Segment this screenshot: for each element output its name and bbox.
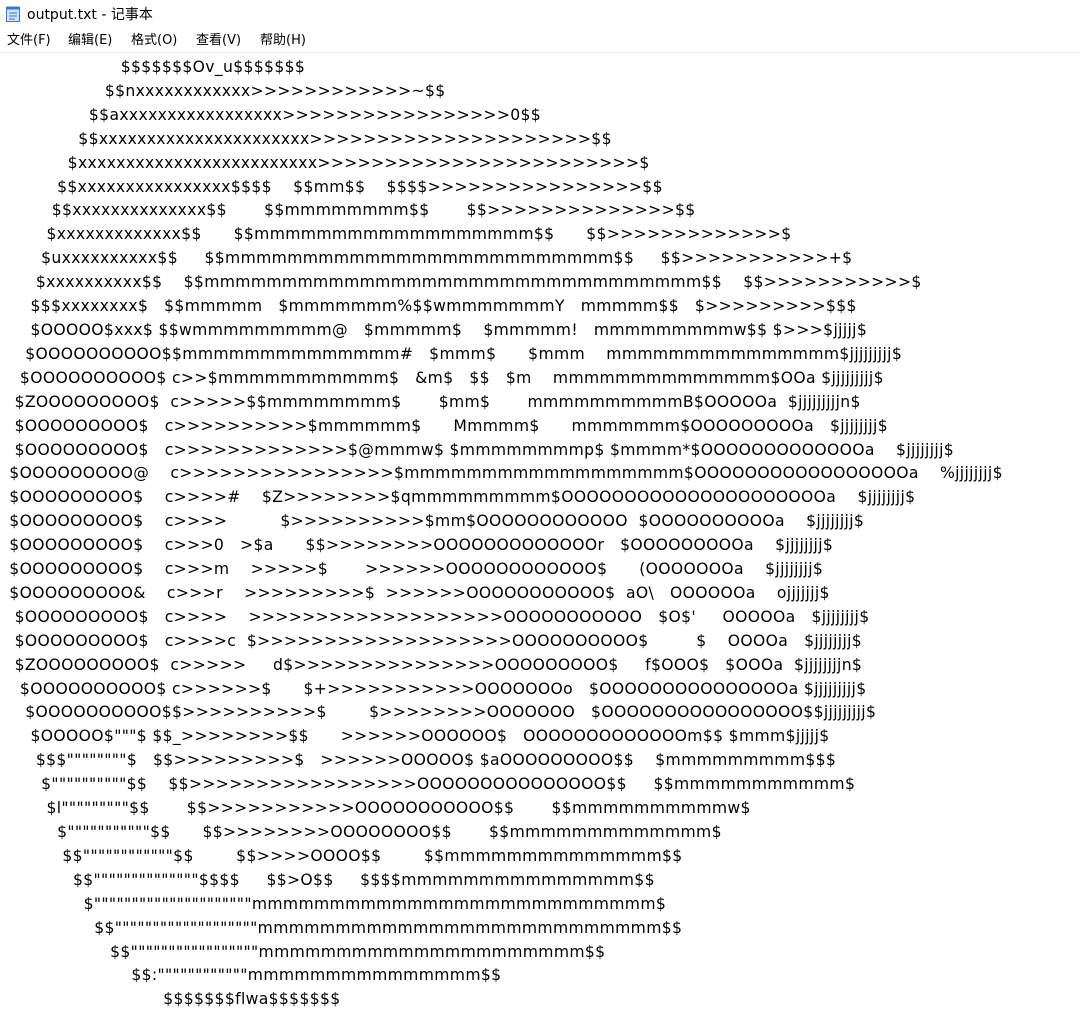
- text-line: $$""""""""""""$$ $$>>>>OOOO$$ $$mmmmmmmm…: [4, 846, 683, 865]
- text-line: $$axxxxxxxxxxxxxxxxx>>>>>>>>>>>>>>>>>0$$: [4, 105, 542, 124]
- text-line: $OOOOO$xxx$ $$wmmmmmmmmm@ $mmmmm$ $mmmmm…: [4, 320, 868, 339]
- text-line: $OOOOOOOOO$ c>>>>>>>>>>$mmmmmm$ Mmmmm$ m…: [4, 416, 888, 435]
- text-line: $l"""""""""$$ $$>>>>>>>>>>>OOOOOOOOOOO$$…: [4, 799, 751, 818]
- menu-view[interactable]: 查看(V): [196, 32, 241, 50]
- text-line: $$$""""""""$ $$>>>>>>>>>$ >>>>>>OOOOO$ $…: [4, 751, 837, 770]
- text-line: $OOOOOOOOO$ c>>>m >>>>>$ >>>>>>OOOOOOOOO…: [4, 560, 824, 579]
- text-editor[interactable]: $$$$$$$Ov_u$$$$$$$ $$nxxxxxxxxxxxx>>>>>>…: [0, 53, 1080, 1022]
- text-line: $OOOOOOOOOO$ c>>$mmmmmmmmmmm$ &m$ $$ $m …: [4, 368, 884, 387]
- menu-help[interactable]: 帮助(H): [260, 32, 306, 50]
- text-line: $$xxxxxxxxxxxxxxxx$$$$ $$mm$$ $$$$>>>>>>…: [4, 177, 663, 196]
- text-line: $OOOOOOOOO$ c>>>># $Z>>>>>>>>$qmmmmmmmmm…: [4, 488, 916, 507]
- text-line: $$"""""""""""""""""mmmmmmmmmmmmmmmmmmmmm…: [4, 942, 606, 961]
- text-line: $OOOOOOOOO$ c>>>> $>>>>>>>>>>$mm$OOOOOOO…: [4, 512, 865, 531]
- window-title: output.txt - 记事本: [27, 7, 153, 23]
- text-line: $"""""""""""""""""""""mmmmmmmmmmmmmmmmmm…: [4, 894, 667, 913]
- text-line: $OOOOOOOOO$ c>>>> >>>>>>>>>>>>>>>>>>>OOO…: [4, 607, 870, 626]
- menu-edit[interactable]: 编辑(E): [68, 32, 112, 50]
- text-line: $OOOOOOOOO$ c>>>>c $>>>>>>>>>>>>>>>>>>>O…: [4, 631, 863, 650]
- text-line: $OOOOOOOOOO$$>>>>>>>>>>$ $>>>>>>>>OOOOOO…: [4, 703, 877, 722]
- title-bar: output.txt - 记事本: [0, 0, 1080, 30]
- text-line: $"""""""""""$$ $$>>>>>>>>OOOOOOOO$$ $$mm…: [4, 823, 722, 841]
- text-line: $$$xxxxxxxx$ $$mmmmm $mmmmmmm%$$wmmmmmmm…: [4, 297, 857, 316]
- text-line: $$""""""""""""""$$$$ $$>O$$ $$$$mmmmmmmm…: [4, 870, 655, 889]
- text-line: $xxxxxxxxxxxxx$$ $$mmmmmmmmmmmmmmmmmm$$ …: [4, 225, 792, 244]
- text-line: $OOOOOOOOOO$$mmmmmmmmmmmmmm# $mmm$ $mmm …: [4, 344, 903, 363]
- text-line: $OOOOOOOOO@ c>>>>>>>>>>>>>>>>$mmmmmmmmmm…: [4, 464, 1003, 483]
- text-line: $$$$$$$Ov_u$$$$$$$: [4, 58, 306, 76]
- menu-bar: 文件(F) 编辑(E) 格式(O) 查看(V) 帮助(H): [0, 30, 1080, 52]
- text-line: $uxxxxxxxxxx$$ $$mmmmmmmmmmmmmmmmmmmmmmm…: [4, 249, 853, 268]
- text-line: $$nxxxxxxxxxxxx>>>>>>>>>>>>~$$: [4, 81, 446, 100]
- text-line: $OOOOOOOOO& c>>>r >>>>>>>>>$ >>>>>>OOOOO…: [4, 583, 830, 602]
- text-line: $$:""""""""""""mmmmmmmmmmmmmmm$$: [4, 966, 502, 985]
- text-line: $OOOOO$"""$ $$_>>>>>>>>$$ >>>>>>OOOOOO$ …: [4, 727, 830, 746]
- text-line: $OOOOOOOOO$ c>>>0 >$a $$>>>>>>>>OOOOOOOO…: [4, 536, 834, 555]
- text-line: $$xxxxxxxxxxxxxx$$ $$mmmmmmmm$$ $$>>>>>>…: [4, 201, 696, 220]
- text-line: $OOOOOOOOO$ c>>>>>>>>>>>>>$@mmmw$ $mmmmm…: [4, 440, 955, 459]
- text-line: $xxxxxxxxxxxxxxxxxxxxxxxxx>>>>>>>>>>>>>>…: [4, 153, 650, 172]
- text-line: $$"""""""""""""""""""mmmmmmmmmmmmmmmmmmm…: [4, 918, 683, 937]
- menu-format[interactable]: 格式(O): [131, 32, 177, 50]
- text-line: $ZOOOOOOOOO$ c>>>>> d$>>>>>>>>>>>>>>>OOO…: [4, 655, 863, 674]
- text-line: $$$$$$$flwa$$$$$$$: [4, 990, 341, 1009]
- menu-file[interactable]: 文件(F): [7, 32, 51, 50]
- text-line: $ZOOOOOOOOO$ c>>>>>$$mmmmmmmm$ $mm$ mmmm…: [4, 392, 861, 411]
- text-line: $OOOOOOOOOO$ c>>>>>>$ $+>>>>>>>>>>>OOOOO…: [4, 679, 867, 698]
- text-content[interactable]: $$$$$$$Ov_u$$$$$$$ $$nxxxxxxxxxxxx>>>>>>…: [4, 56, 1003, 1012]
- text-line: $""""""""""$$ $$>>>>>>>>>>>>>>>>>OOOOOOO…: [4, 775, 856, 794]
- notepad-icon: [6, 6, 20, 22]
- text-line: $xxxxxxxxxx$$ $$mmmmmmmmmmmmmmmmmmmmmmmm…: [4, 273, 922, 292]
- text-line: $$xxxxxxxxxxxxxxxxxxxxxx>>>>>>>>>>>>>>>>…: [4, 129, 612, 148]
